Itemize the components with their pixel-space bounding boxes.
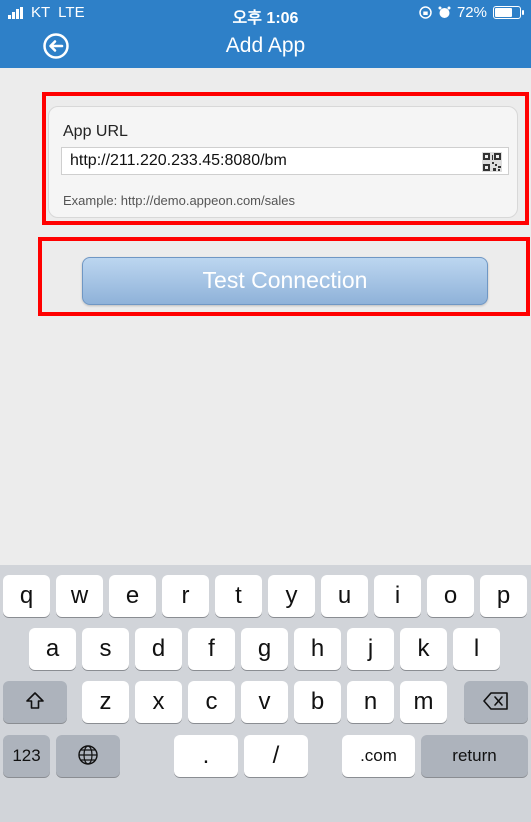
app-url-field <box>61 147 509 175</box>
app-url-label: App URL <box>63 123 128 140</box>
status-bar: KT LTE 오후 1:06 72% <box>0 0 531 27</box>
key-d[interactable]: d <box>135 628 182 670</box>
key-j[interactable]: j <box>347 628 394 670</box>
keyboard: q w e r t y u i o p a s d f g h j k l z … <box>0 565 531 822</box>
key-p[interactable]: p <box>480 575 527 617</box>
nav-bar: Add App <box>0 28 531 68</box>
app-url-input[interactable] <box>70 151 470 171</box>
dot-key[interactable]: . <box>174 735 238 777</box>
test-connection-button[interactable]: Test Connection <box>82 257 488 305</box>
key-r[interactable]: r <box>162 575 209 617</box>
key-w[interactable]: w <box>56 575 103 617</box>
key-z[interactable]: z <box>82 681 129 723</box>
key-u[interactable]: u <box>321 575 368 617</box>
qr-code-icon[interactable] <box>482 152 502 172</box>
key-t[interactable]: t <box>215 575 262 617</box>
key-v[interactable]: v <box>241 681 288 723</box>
page-title: Add App <box>225 34 306 57</box>
status-right: 72% <box>419 4 524 21</box>
key-l[interactable]: l <box>453 628 500 670</box>
alarm-icon <box>438 6 451 18</box>
key-f[interactable]: f <box>188 628 235 670</box>
app-url-card: App URL Example: http://demo.appeon.com/… <box>48 106 518 218</box>
battery-icon <box>493 6 524 19</box>
numbers-key[interactable]: 123 <box>3 735 50 777</box>
key-y[interactable]: y <box>268 575 315 617</box>
header: KT LTE 오후 1:06 72% Add App <box>0 0 531 68</box>
key-a[interactable]: a <box>29 628 76 670</box>
key-k[interactable]: k <box>400 628 447 670</box>
key-m[interactable]: m <box>400 681 447 723</box>
battery-percent: 72% <box>456 4 487 21</box>
globe-key[interactable] <box>56 735 120 777</box>
rotation-lock-icon <box>419 6 432 19</box>
screen: KT LTE 오후 1:06 72% Add App App URL http:… <box>0 0 531 822</box>
dotcom-key[interactable]: .com <box>342 735 415 777</box>
key-h[interactable]: h <box>294 628 341 670</box>
key-s[interactable]: s <box>82 628 129 670</box>
key-n[interactable]: n <box>347 681 394 723</box>
key-x[interactable]: x <box>135 681 182 723</box>
key-i[interactable]: i <box>374 575 421 617</box>
key-q[interactable]: q <box>3 575 50 617</box>
key-c[interactable]: c <box>188 681 235 723</box>
key-b[interactable]: b <box>294 681 341 723</box>
slash-key[interactable]: / <box>244 735 308 777</box>
shift-icon <box>26 691 44 709</box>
key-e[interactable]: e <box>109 575 156 617</box>
globe-icon <box>78 744 98 765</box>
delete-key[interactable] <box>464 681 528 723</box>
delete-icon <box>483 691 508 710</box>
key-g[interactable]: g <box>241 628 288 670</box>
shift-key[interactable] <box>3 681 67 723</box>
return-key[interactable]: return <box>421 735 528 777</box>
key-o[interactable]: o <box>427 575 474 617</box>
example-hint: Example: http://demo.appeon.com/sales <box>63 193 295 208</box>
